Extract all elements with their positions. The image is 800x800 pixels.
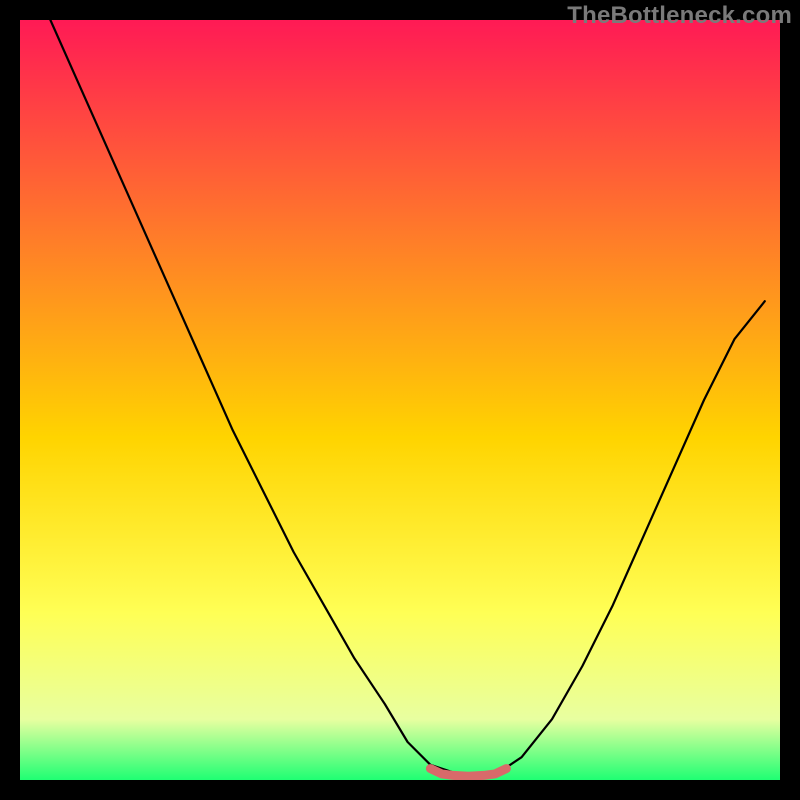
chart-frame: TheBottleneck.com <box>0 0 800 800</box>
watermark-text: TheBottleneck.com <box>567 2 792 30</box>
bottleneck-curve <box>50 20 764 776</box>
highlight-segment <box>430 769 506 777</box>
curve-layer <box>20 20 780 780</box>
plot-area <box>20 20 780 780</box>
